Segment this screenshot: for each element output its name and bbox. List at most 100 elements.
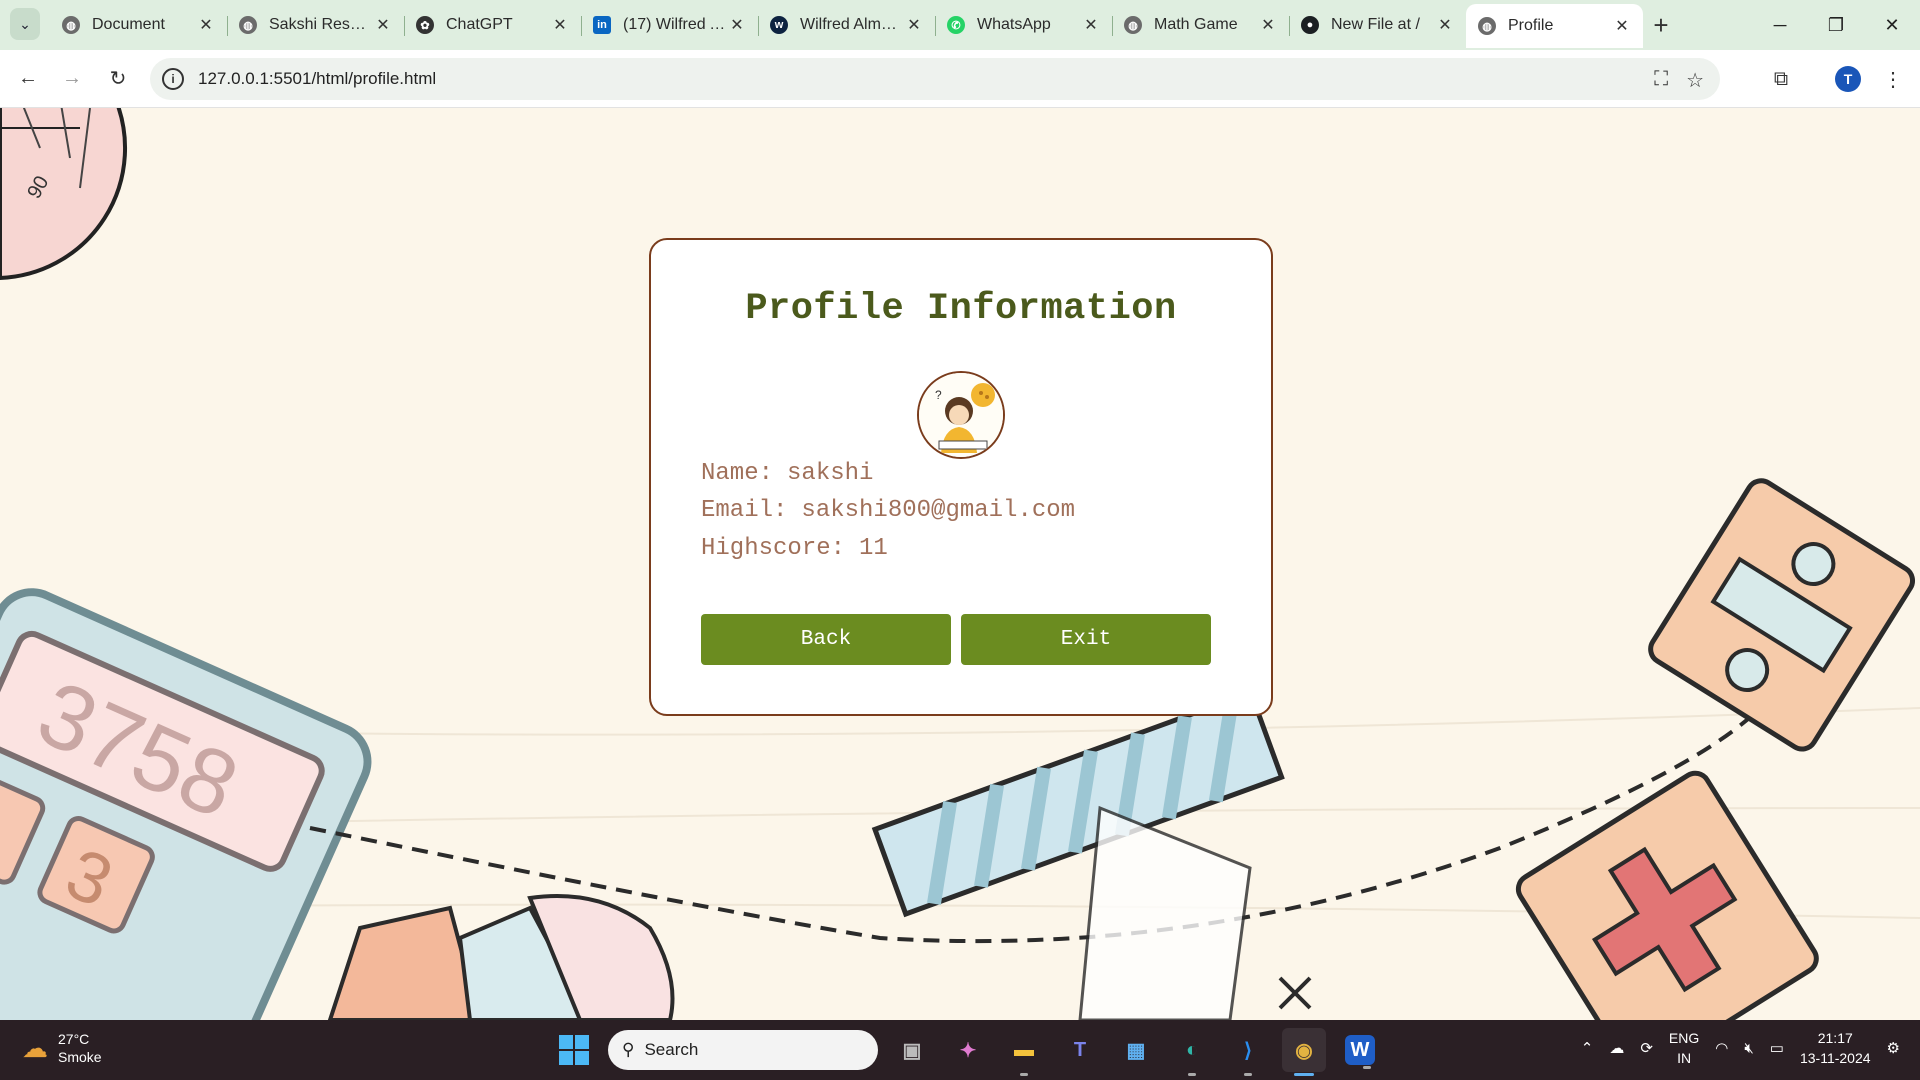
restore-icon[interactable]: ❐ [1808,0,1864,50]
sync-icon[interactable]: ⟳ [1640,1039,1653,1057]
globe-icon: ◍ [239,16,257,34]
exit-button[interactable]: Exit [961,614,1211,665]
tab-label: Profile [1508,17,1554,34]
back-arrow-icon[interactable]: ← [12,62,44,94]
profile-avatar-button[interactable]: T [1833,64,1863,94]
tab-math-game[interactable]: ◍ Math Game ✕ [1112,6,1289,44]
w-icon: w [770,16,788,34]
protractor-doodle: 90 [0,108,127,281]
openai-icon: ✿ [416,16,434,34]
tab-label: WhatsApp [977,16,1051,33]
onedrive-icon[interactable]: ☁ [1609,1039,1624,1057]
tab-strip: ◍ Document ✕ ◍ Sakshi Resume ✕ ✿ ChatGPT… [50,4,1679,50]
microsoft-store-icon[interactable]: ▦ [1114,1028,1158,1072]
close-icon[interactable]: ✕ [551,15,569,35]
tab-label: Document [92,16,165,33]
address-bar[interactable]: i 127.0.0.1:5501/html/profile.html ⛶ ☆ [150,58,1720,100]
tab-chatgpt[interactable]: ✿ ChatGPT ✕ [404,6,581,44]
tab-search-button[interactable]: ⌄ [10,8,40,40]
close-icon[interactable]: ✕ [374,15,392,35]
new-tab-button[interactable]: + [1643,6,1679,44]
weather-condition-text: Smoke [58,1049,102,1065]
highscore-value: 11 [859,535,888,562]
close-icon[interactable]: ✕ [1436,15,1454,35]
tab-whatsapp[interactable]: ✆ WhatsApp ✕ [935,6,1112,44]
whatsapp-icon: ✆ [947,16,965,34]
battery-icon[interactable]: ▭ [1770,1039,1784,1057]
edge-icon[interactable]: ◐ [1170,1028,1214,1076]
translate-icon[interactable]: ⛶ [1654,68,1668,93]
page-content: 90 3758 3 Profile Information ? Name: sa… [0,108,1920,1020]
date-text: 13-11-2024 [1799,1050,1871,1066]
taskbar-apps: ⚲ Search ▣ ✦ ▬ T ▦ ◐ ⟩ ◉ W [552,1028,1382,1076]
search-placeholder: Search [644,1040,699,1059]
back-button[interactable]: Back [701,614,951,665]
window-close-icon[interactable]: ✕ [1864,0,1920,50]
site-info-icon[interactable]: i [162,68,184,90]
teams-icon[interactable]: T [1058,1028,1102,1072]
avatar: ? [917,371,1005,459]
wifi-icon[interactable]: ◠ [1715,1039,1728,1057]
name-label: Name: [701,460,774,487]
vscode-icon[interactable]: ⟩ [1226,1028,1270,1076]
notification-bell-icon[interactable]: ⚙ [1887,1039,1900,1057]
language-top: ENG [1668,1030,1700,1046]
close-icon[interactable]: ✕ [1082,15,1100,35]
chrome-icon[interactable]: ◉ [1282,1028,1326,1076]
language-bottom: IN [1677,1050,1692,1066]
tab-document[interactable]: ◍ Document ✕ [50,6,227,44]
tab-wilfred[interactable]: w Wilfred Almeida ✕ [758,6,935,44]
tab-label: Wilfred Almeida [800,16,905,33]
tab-bar: ⌄ ◍ Document ✕ ◍ Sakshi Resume ✕ ✿ ChatG… [0,0,1920,50]
email-label: Email: [701,497,788,524]
globe-icon: ◍ [1124,16,1142,34]
haze-weather-icon: ☁ [22,1032,48,1063]
reload-icon[interactable]: ↻ [102,62,134,94]
calculator-doodle: 3758 3 [0,588,372,1020]
windows-start-icon[interactable] [552,1028,596,1072]
system-tray: ⌃ ☁ ⟳ ENG IN ◠ 🔇︎ ▭ 21:17 13-11-2024 ⚙ [1581,1028,1900,1068]
globe-icon: ◍ [62,16,80,34]
globe-icon: ◍ [1478,17,1496,35]
file-explorer-icon[interactable]: ▬ [1002,1028,1046,1076]
tab-sakshi-resume[interactable]: ◍ Sakshi Resume ✕ [227,6,404,44]
tab-profile[interactable]: ◍ Profile ✕ [1466,4,1643,48]
clock[interactable]: 21:17 13-11-2024 [1800,1028,1871,1068]
close-icon[interactable]: ✕ [1259,15,1277,35]
math-symbol-tiles-doodle [1515,478,1916,1020]
windows-taskbar: ☁ 27°C Smoke ⚲ Search ▣ ✦ ▬ T ▦ ◐ ⟩ ◉ W … [0,1020,1920,1080]
close-icon[interactable]: ✕ [905,15,923,35]
avatar: T [1835,66,1861,92]
girl-studying-illustration: ? [919,373,1003,457]
more-menu-icon[interactable]: ⋮ [1878,64,1908,94]
svg-text:?: ? [935,388,942,402]
tab-github[interactable]: ● New File at / ✕ [1289,6,1466,44]
search-icon: ⚲ [622,1040,635,1059]
chevron-up-icon[interactable]: ⌃ [1581,1039,1594,1057]
time-text: 21:17 [1817,1030,1853,1046]
word-icon[interactable]: W [1345,1035,1375,1069]
bookmark-star-icon[interactable]: ☆ [1686,68,1704,93]
tab-label: Sakshi Resume [269,16,374,33]
tab-label: (17) Wilfred Almeida [623,16,728,33]
email-value: sakshi800@gmail.com [801,497,1076,524]
minimize-icon[interactable]: ─ [1752,0,1808,50]
url-text[interactable]: 127.0.0.1:5501/html/profile.html [198,69,436,89]
taskbar-search-box[interactable]: ⚲ Search [608,1030,878,1070]
close-icon[interactable]: ✕ [1613,16,1631,36]
language-indicator[interactable]: ENG IN [1669,1028,1699,1068]
pencil-doodle [327,894,675,1020]
extensions-icon[interactable]: ⧉ [1766,64,1796,94]
copilot-icon[interactable]: ✦ [946,1028,990,1072]
highscore-row: Highscore: 11 [701,535,888,562]
weather-widget[interactable]: ☁ 27°C Smoke [22,1030,102,1066]
volume-muted-icon[interactable]: 🔇︎ [1744,1040,1753,1057]
tab-linkedin[interactable]: in (17) Wilfred Almeida ✕ [581,6,758,44]
profile-card: Profile Information ? Name: sakshi Email:… [649,238,1273,716]
close-icon[interactable]: ✕ [728,15,746,35]
task-view-icon[interactable]: ▣ [890,1028,934,1072]
forward-arrow-icon[interactable]: → [56,62,88,94]
close-icon[interactable]: ✕ [197,15,215,35]
name-row: Name: sakshi [701,460,873,487]
highscore-label: Highscore: [701,535,846,562]
